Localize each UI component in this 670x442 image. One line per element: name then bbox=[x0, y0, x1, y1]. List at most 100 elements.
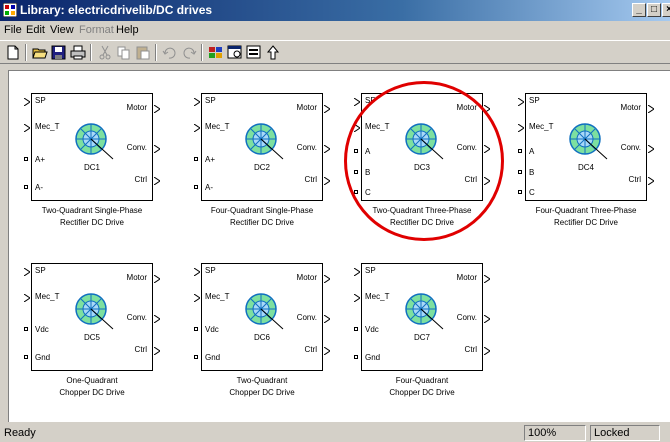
cut-button bbox=[96, 44, 114, 61]
input-port-label: SP bbox=[365, 96, 376, 105]
output-port-arrow[interactable] bbox=[647, 144, 655, 154]
output-port-arrow[interactable] bbox=[483, 144, 491, 154]
maximize-button[interactable]: □ bbox=[647, 3, 661, 17]
status-bar: Ready 100% Locked bbox=[0, 422, 670, 442]
input-port-arrow[interactable] bbox=[23, 97, 31, 107]
power-port[interactable] bbox=[518, 190, 522, 194]
input-port-arrow[interactable] bbox=[517, 123, 525, 133]
block-dc2[interactable]: SP Mec_T A+ A- Motor Conv. Ctrl DC2 bbox=[193, 93, 331, 201]
power-port-label: Gnd bbox=[205, 353, 221, 362]
power-port[interactable] bbox=[194, 185, 198, 189]
output-port-label: Motor bbox=[296, 273, 317, 282]
block-caption-line: Chopper DC Drive bbox=[389, 388, 455, 397]
close-button[interactable]: × bbox=[662, 3, 670, 17]
input-port-arrow[interactable] bbox=[353, 97, 361, 107]
open-button[interactable] bbox=[31, 44, 49, 61]
output-port-arrow[interactable] bbox=[153, 274, 161, 284]
output-port-arrow[interactable] bbox=[323, 144, 331, 154]
output-port-label: Conv. bbox=[620, 143, 641, 152]
output-port-arrow[interactable] bbox=[647, 104, 655, 114]
debugger-button[interactable] bbox=[245, 44, 263, 61]
input-port-arrow[interactable] bbox=[353, 123, 361, 133]
output-port-arrow[interactable] bbox=[483, 314, 491, 324]
block-dc4[interactable]: SP Mec_T A B C Motor Conv. Ctrl DC4 bbox=[517, 93, 655, 201]
output-port-label: Ctrl bbox=[304, 345, 317, 354]
block-dc6[interactable]: SP Mec_T Vdc Gnd Motor Conv. Ctrl DC6 bbox=[193, 263, 331, 371]
block-dc7[interactable]: SP Mec_T Vdc Gnd Motor Conv. Ctrl DC7 bbox=[353, 263, 491, 371]
block-dc3[interactable]: SP Mec_T A B C Motor Conv. Ctrl DC3 bbox=[353, 93, 491, 201]
output-port-arrow[interactable] bbox=[483, 104, 491, 114]
block-caption[interactable]: Four-Quadrant Chopper DC Drive bbox=[322, 375, 522, 399]
input-port-arrow[interactable] bbox=[193, 97, 201, 107]
block-dc1[interactable]: SP Mec_T A+ A- Motor Conv. Ctrl DC1 bbox=[23, 93, 161, 201]
block-caption[interactable]: Four-Quadrant Three-Phase Rectifier DC Dr… bbox=[486, 205, 670, 229]
toolbar bbox=[0, 40, 670, 64]
block-caption-line: Four-Quadrant Three-Phase bbox=[535, 206, 637, 215]
input-port-arrow[interactable] bbox=[193, 293, 201, 303]
input-port-arrow[interactable] bbox=[23, 123, 31, 133]
dc-motor-icon bbox=[69, 121, 115, 164]
model-explorer-button[interactable] bbox=[226, 44, 244, 61]
save-button[interactable] bbox=[50, 44, 68, 61]
input-port-arrow[interactable] bbox=[23, 293, 31, 303]
power-port[interactable] bbox=[24, 355, 28, 359]
dc-motor-icon bbox=[69, 291, 115, 334]
power-port[interactable] bbox=[354, 190, 358, 194]
power-port[interactable] bbox=[354, 355, 358, 359]
input-port-arrow[interactable] bbox=[193, 123, 201, 133]
output-port-label: Motor bbox=[456, 103, 477, 112]
power-port-label: C bbox=[365, 188, 371, 197]
menu-file[interactable]: File bbox=[4, 24, 22, 36]
library-browser-button[interactable] bbox=[207, 44, 225, 61]
output-port-arrow[interactable] bbox=[153, 104, 161, 114]
power-port[interactable] bbox=[24, 185, 28, 189]
go-to-parent-icon bbox=[266, 45, 280, 60]
input-port-arrow[interactable] bbox=[353, 267, 361, 277]
power-port[interactable] bbox=[518, 170, 522, 174]
go-to-parent-button[interactable] bbox=[264, 44, 282, 61]
minimize-button[interactable]: _ bbox=[632, 3, 646, 17]
input-port-arrow[interactable] bbox=[193, 267, 201, 277]
power-port[interactable] bbox=[354, 149, 358, 153]
output-port-arrow[interactable] bbox=[323, 104, 331, 114]
toolbar-separator bbox=[90, 44, 92, 61]
output-port-arrow[interactable] bbox=[323, 176, 331, 186]
block-dc5[interactable]: SP Mec_T Vdc Gnd Motor Conv. Ctrl DC5 bbox=[23, 263, 161, 371]
output-port-arrow[interactable] bbox=[323, 346, 331, 356]
power-port[interactable] bbox=[518, 149, 522, 153]
print-button[interactable] bbox=[69, 44, 87, 61]
input-port-arrow[interactable] bbox=[353, 293, 361, 303]
menu-format: Format bbox=[79, 24, 114, 36]
output-port-arrow[interactable] bbox=[483, 346, 491, 356]
power-port[interactable] bbox=[194, 157, 198, 161]
output-port-arrow[interactable] bbox=[483, 274, 491, 284]
power-port[interactable] bbox=[194, 327, 198, 331]
power-port[interactable] bbox=[194, 355, 198, 359]
power-port-label: A- bbox=[35, 183, 43, 192]
menu-edit[interactable]: Edit bbox=[26, 24, 45, 36]
output-port-arrow[interactable] bbox=[153, 176, 161, 186]
new-button[interactable] bbox=[4, 44, 22, 61]
menu-view[interactable]: View bbox=[50, 24, 74, 36]
library-canvas[interactable]: SP Mec_T A+ A- Motor Conv. Ctrl DC1 Two-Quadrant… bbox=[8, 70, 670, 422]
power-port[interactable] bbox=[24, 327, 28, 331]
input-port-label: SP bbox=[35, 266, 46, 275]
power-port[interactable] bbox=[354, 327, 358, 331]
output-port-arrow[interactable] bbox=[153, 144, 161, 154]
output-port-arrow[interactable] bbox=[153, 346, 161, 356]
open-icon bbox=[32, 48, 48, 59]
output-port-label: Ctrl bbox=[134, 175, 147, 184]
menu-help[interactable]: Help bbox=[116, 24, 139, 36]
lock-status: Locked bbox=[590, 425, 660, 441]
power-port[interactable] bbox=[354, 170, 358, 174]
output-port-arrow[interactable] bbox=[323, 274, 331, 284]
output-port-label: Motor bbox=[620, 103, 641, 112]
output-port-arrow[interactable] bbox=[483, 176, 491, 186]
output-port-arrow[interactable] bbox=[647, 176, 655, 186]
output-port-arrow[interactable] bbox=[323, 314, 331, 324]
input-port-arrow[interactable] bbox=[517, 97, 525, 107]
block-name: DC7 bbox=[413, 333, 430, 342]
power-port[interactable] bbox=[24, 157, 28, 161]
input-port-arrow[interactable] bbox=[23, 267, 31, 277]
output-port-arrow[interactable] bbox=[153, 314, 161, 324]
